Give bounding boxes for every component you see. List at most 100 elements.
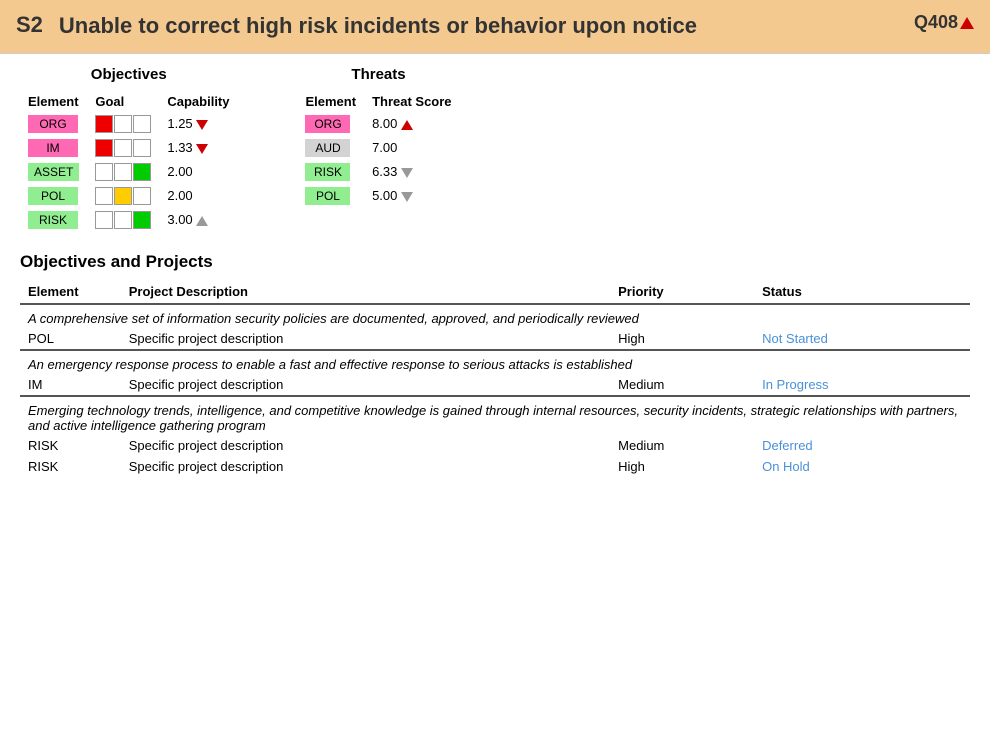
threats-section: Threats Element Threat Score ORG 8.00 AU… — [297, 66, 459, 232]
list-item: RISK Specific project description High O… — [20, 456, 970, 477]
objectives-threats-row: Objectives Element Goal Capability ORG 1… — [20, 66, 970, 232]
table-row: ORG 8.00 — [297, 112, 459, 136]
capability-cell: 2.00 — [159, 160, 237, 184]
capability-cell: 1.25 — [159, 112, 237, 136]
goal-blocks — [95, 139, 151, 157]
proj-priority: High — [610, 456, 754, 477]
group-description-row: An emergency response process to enable … — [20, 350, 970, 374]
main-content: Objectives Element Goal Capability ORG 1… — [0, 54, 990, 489]
goal-blocks — [95, 163, 151, 181]
proj-priority: High — [610, 328, 754, 350]
goal-cell — [87, 136, 159, 160]
element-cell: ORG — [20, 112, 87, 136]
proj-element: RISK — [20, 435, 121, 456]
arrow-up-red-icon — [401, 120, 413, 130]
proj-status: Not Started — [754, 328, 970, 350]
goal-block — [114, 187, 132, 205]
element-cell: IM — [20, 136, 87, 160]
table-row: AUD 7.00 — [297, 136, 459, 160]
capability-cell: 2.00 — [159, 184, 237, 208]
table-row: POL 5.00 — [297, 184, 459, 208]
group-description: A comprehensive set of information secur… — [20, 304, 970, 328]
threat-col-score: Threat Score — [364, 91, 459, 112]
element-label: RISK — [28, 211, 78, 229]
list-item: RISK Specific project description Medium… — [20, 435, 970, 456]
proj-element: IM — [20, 374, 121, 396]
header-left: S2 Unable to correct high risk incidents… — [16, 12, 697, 41]
objectives-table: Element Goal Capability ORG 1.25 IM 1.33… — [20, 91, 237, 232]
proj-status: In Progress — [754, 374, 970, 396]
proj-status: On Hold — [754, 456, 970, 477]
obj-col-goal: Goal — [87, 91, 159, 112]
table-row: IM 1.33 — [20, 136, 237, 160]
threat-element-cell: RISK — [297, 160, 364, 184]
goal-cell — [87, 112, 159, 136]
element-label: IM — [28, 139, 78, 157]
table-row: POL 2.00 — [20, 184, 237, 208]
goal-block — [114, 139, 132, 157]
goal-block — [95, 115, 113, 133]
table-row: RISK 6.33 — [297, 160, 459, 184]
header-code: S2 — [16, 12, 43, 38]
goal-cell — [87, 160, 159, 184]
goal-block — [133, 187, 151, 205]
proj-priority: Medium — [610, 374, 754, 396]
goal-block — [133, 211, 151, 229]
threats-table: Element Threat Score ORG 8.00 AUD 7.00 R… — [297, 91, 459, 208]
threat-element-cell: POL — [297, 184, 364, 208]
element-cell: POL — [20, 184, 87, 208]
threat-score-cell: 5.00 — [364, 184, 459, 208]
arrow-down-gray-icon — [401, 168, 413, 178]
element-label: ASSET — [28, 163, 79, 181]
proj-description: Specific project description — [121, 374, 610, 396]
objectives-title: Objectives — [20, 66, 237, 83]
group-description: An emergency response process to enable … — [20, 350, 970, 374]
threat-element-label: RISK — [305, 163, 350, 181]
group-description-row: A comprehensive set of information secur… — [20, 304, 970, 328]
threat-score-cell: 7.00 — [364, 136, 459, 160]
goal-block — [133, 115, 151, 133]
goal-blocks — [95, 115, 151, 133]
goal-blocks — [95, 187, 151, 205]
goal-cell — [87, 208, 159, 232]
threat-score-cell: 6.33 — [364, 160, 459, 184]
obj-col-capability: Capability — [159, 91, 237, 112]
element-cell: ASSET — [20, 160, 87, 184]
header-title: Unable to correct high risk incidents or… — [59, 12, 697, 41]
proj-element: POL — [20, 328, 121, 350]
table-row: ASSET 2.00 — [20, 160, 237, 184]
projects-table: Element Project Description Priority Sta… — [20, 280, 970, 477]
arrow-down-red-icon — [196, 144, 208, 154]
arrow-down-gray-icon — [401, 192, 413, 202]
goal-block — [114, 163, 132, 181]
goal-block — [114, 115, 132, 133]
goal-block — [95, 163, 113, 181]
goal-block — [133, 139, 151, 157]
goal-block — [114, 211, 132, 229]
goal-block — [95, 187, 113, 205]
trend-up-icon — [960, 17, 974, 29]
element-cell: RISK — [20, 208, 87, 232]
threat-score-cell: 8.00 — [364, 112, 459, 136]
goal-cell — [87, 184, 159, 208]
threat-element-label: ORG — [305, 115, 350, 133]
proj-col-status: Status — [754, 280, 970, 304]
objectives-section: Objectives Element Goal Capability ORG 1… — [20, 66, 237, 232]
capability-cell: 3.00 — [159, 208, 237, 232]
list-item: IM Specific project description Medium I… — [20, 374, 970, 396]
proj-priority: Medium — [610, 435, 754, 456]
proj-col-priority: Priority — [610, 280, 754, 304]
threat-element-cell: AUD — [297, 136, 364, 160]
obj-col-element: Element — [20, 91, 87, 112]
proj-description: Specific project description — [121, 456, 610, 477]
table-row: ORG 1.25 — [20, 112, 237, 136]
threat-col-element: Element — [297, 91, 364, 112]
proj-description: Specific project description — [121, 328, 610, 350]
capability-cell: 1.33 — [159, 136, 237, 160]
page-header: S2 Unable to correct high risk incidents… — [0, 0, 990, 54]
group-description: Emerging technology trends, intelligence… — [20, 396, 970, 435]
goal-block — [133, 163, 151, 181]
goal-blocks — [95, 211, 151, 229]
header-q-code: Q408 — [914, 12, 974, 33]
threat-element-label: POL — [305, 187, 350, 205]
